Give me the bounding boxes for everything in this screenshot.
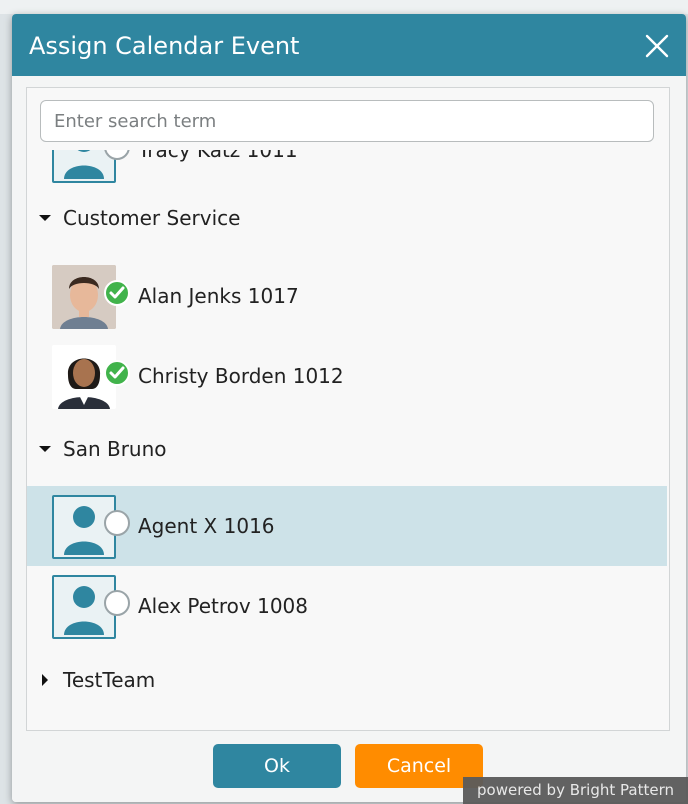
team-label: San Bruno: [63, 437, 167, 461]
team-san-bruno[interactable]: San Bruno: [39, 434, 639, 466]
dialog-title: Assign Calendar Event: [29, 32, 300, 60]
collapsed-arrow-icon: [42, 674, 48, 686]
status-available-icon: [104, 280, 130, 306]
ok-button[interactable]: Ok: [213, 744, 341, 788]
close-icon: [645, 34, 669, 58]
expanded-arrow-icon: [39, 215, 51, 221]
team-label: Customer Service: [63, 206, 241, 230]
expanded-arrow-icon: [39, 446, 51, 452]
list-item-alan-jenks[interactable]: Alan Jenks 1017: [27, 256, 667, 336]
dialog-header: Assign Calendar Event: [12, 14, 686, 76]
list-item-christy-borden[interactable]: Christy Borden 1012: [27, 336, 667, 416]
team-label: TestTeam: [63, 668, 156, 692]
team-customer-service[interactable]: Customer Service: [39, 203, 639, 235]
close-button[interactable]: [644, 33, 670, 59]
background-title-strip: [0, 0, 688, 14]
status-available-icon: [104, 360, 130, 386]
team-testteam[interactable]: TestTeam: [39, 665, 639, 697]
status-offline-icon: [104, 510, 130, 536]
list-item-agent-x[interactable]: Agent X 1016: [27, 486, 667, 566]
agent-name: Tracy Katz 1011: [138, 150, 298, 162]
agent-name: Alan Jenks 1017: [138, 284, 299, 308]
agent-list[interactable]: Tracy Katz 1011 Customer Service Alan Je…: [27, 150, 667, 730]
agent-name: Agent X 1016: [138, 514, 275, 538]
agent-list-panel: Tracy Katz 1011 Customer Service Alan Je…: [26, 87, 670, 731]
list-item-alex-petrov[interactable]: Alex Petrov 1008: [27, 566, 667, 646]
status-offline-icon: [104, 590, 130, 616]
search-input[interactable]: [40, 100, 654, 142]
list-item-partial[interactable]: Tracy Katz 1011: [27, 150, 667, 190]
agent-name: Christy Borden 1012: [138, 364, 344, 388]
dialog-body: Tracy Katz 1011 Customer Service Alan Je…: [12, 76, 686, 736]
powered-by-badge: powered by Bright Pattern: [463, 777, 688, 804]
agent-name: Alex Petrov 1008: [138, 594, 308, 618]
assign-calendar-event-dialog: Assign Calendar Event Tracy Katz 1011 Cu…: [12, 14, 686, 802]
